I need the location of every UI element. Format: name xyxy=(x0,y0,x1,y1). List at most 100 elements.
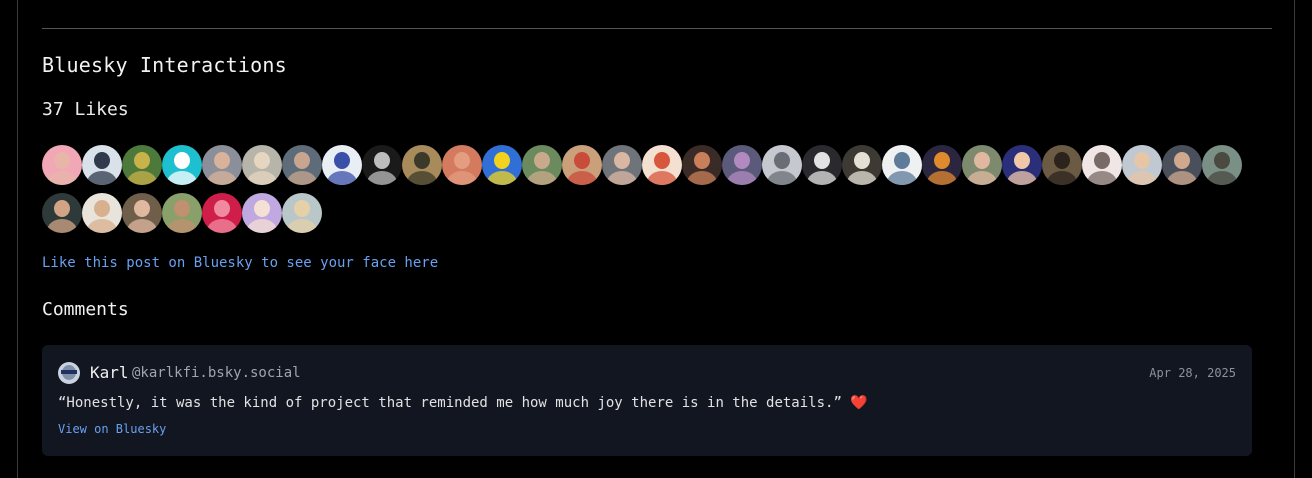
avatar-head xyxy=(854,152,870,169)
avatar-body xyxy=(887,171,917,185)
avatar-body xyxy=(847,171,877,185)
avatar-head xyxy=(494,152,510,169)
avatar-body xyxy=(1007,171,1037,185)
avatar-head xyxy=(214,152,230,169)
liker-avatar[interactable] xyxy=(802,145,842,185)
avatar-head xyxy=(1214,152,1230,169)
heart-icon: ❤️ xyxy=(850,395,868,411)
avatar-body xyxy=(87,219,117,233)
liker-avatar[interactable] xyxy=(1122,145,1162,185)
liker-avatar[interactable] xyxy=(922,145,962,185)
liker-avatar[interactable] xyxy=(882,145,922,185)
avatar-row xyxy=(42,193,1282,233)
liker-avatar[interactable] xyxy=(362,145,402,185)
like-on-bluesky-link[interactable]: Like this post on Bluesky to see your fa… xyxy=(42,255,438,271)
avatar-head xyxy=(574,152,590,169)
avatar-body xyxy=(207,171,237,185)
liker-avatar[interactable] xyxy=(242,193,282,233)
avatar-body xyxy=(327,171,357,185)
liker-avatar[interactable] xyxy=(1202,145,1242,185)
avatar-head xyxy=(254,152,270,169)
liker-avatar[interactable] xyxy=(722,145,762,185)
avatar-body xyxy=(1127,171,1157,185)
avatar-body xyxy=(1047,171,1077,185)
liker-avatar[interactable] xyxy=(962,145,1002,185)
bluesky-interactions-title: Bluesky Interactions xyxy=(42,53,287,77)
avatar-body xyxy=(767,171,797,185)
avatar-head xyxy=(774,152,790,169)
avatar-sunglasses xyxy=(61,370,77,374)
liker-avatar[interactable] xyxy=(562,145,602,185)
avatar-head xyxy=(94,152,110,169)
avatar-body xyxy=(607,171,637,185)
avatar-row xyxy=(42,145,1282,185)
liker-avatar[interactable] xyxy=(282,145,322,185)
liker-avatar[interactable] xyxy=(322,145,362,185)
avatar-head xyxy=(294,152,310,169)
avatar[interactable] xyxy=(58,362,80,384)
avatar-body xyxy=(927,171,957,185)
avatar-head xyxy=(414,152,430,169)
avatar-body xyxy=(287,219,317,233)
liker-avatar[interactable] xyxy=(482,145,522,185)
comments-title: Comments xyxy=(42,299,129,320)
liker-avatar[interactable] xyxy=(842,145,882,185)
avatar-body xyxy=(167,219,197,233)
avatar-head xyxy=(654,152,670,169)
avatar-body xyxy=(127,219,157,233)
liker-avatar[interactable] xyxy=(522,145,562,185)
avatar-head xyxy=(1054,152,1070,169)
avatar-head xyxy=(934,152,950,169)
avatar-head xyxy=(254,200,270,217)
liker-avatar[interactable] xyxy=(1162,145,1202,185)
liker-avatar[interactable] xyxy=(402,145,442,185)
avatar-head xyxy=(334,152,350,169)
avatar-body xyxy=(1207,171,1237,185)
liker-avatar[interactable] xyxy=(1042,145,1082,185)
avatar-head xyxy=(94,200,110,217)
avatar-head xyxy=(294,200,310,217)
comment-author-handle[interactable]: @karlkfi.bsky.social xyxy=(132,365,301,381)
liker-avatar[interactable] xyxy=(122,193,162,233)
comment-author-name[interactable]: Karl xyxy=(90,363,129,382)
section-divider xyxy=(42,28,1272,29)
comment-date: Apr 28, 2025 xyxy=(1149,366,1236,380)
liker-avatar[interactable] xyxy=(1002,145,1042,185)
liker-avatar[interactable] xyxy=(682,145,722,185)
avatar-head xyxy=(974,152,990,169)
liker-avatar[interactable] xyxy=(82,145,122,185)
liker-avatar[interactable] xyxy=(162,193,202,233)
liker-avatar[interactable] xyxy=(82,193,122,233)
avatar-body xyxy=(47,171,77,185)
avatar-body xyxy=(207,219,237,233)
liker-avatar[interactable] xyxy=(442,145,482,185)
liker-avatar[interactable] xyxy=(42,193,82,233)
avatar-head xyxy=(534,152,550,169)
avatar-head xyxy=(54,200,70,217)
liker-avatar[interactable] xyxy=(1082,145,1122,185)
liker-avatar[interactable] xyxy=(202,193,242,233)
liker-avatar[interactable] xyxy=(282,193,322,233)
liker-avatar[interactable] xyxy=(202,145,242,185)
avatar-head xyxy=(1014,152,1030,169)
liker-avatar[interactable] xyxy=(42,145,82,185)
liker-avatars xyxy=(42,145,1282,241)
avatar-head xyxy=(214,200,230,217)
liker-avatar[interactable] xyxy=(242,145,282,185)
avatar-head xyxy=(54,152,70,169)
avatar-body xyxy=(87,171,117,185)
avatar-head xyxy=(174,200,190,217)
avatar-head xyxy=(894,152,910,169)
avatar-head xyxy=(614,152,630,169)
liker-avatar[interactable] xyxy=(762,145,802,185)
liker-avatar[interactable] xyxy=(642,145,682,185)
liker-avatar[interactable] xyxy=(122,145,162,185)
liker-avatar[interactable] xyxy=(162,145,202,185)
avatar-body xyxy=(1167,171,1197,185)
avatar-body xyxy=(967,171,997,185)
view-on-bluesky-link[interactable]: View on Bluesky xyxy=(58,422,166,436)
avatar-body xyxy=(727,171,757,185)
avatar-head xyxy=(1094,152,1110,169)
liker-avatar[interactable] xyxy=(602,145,642,185)
avatar-body xyxy=(687,171,717,185)
